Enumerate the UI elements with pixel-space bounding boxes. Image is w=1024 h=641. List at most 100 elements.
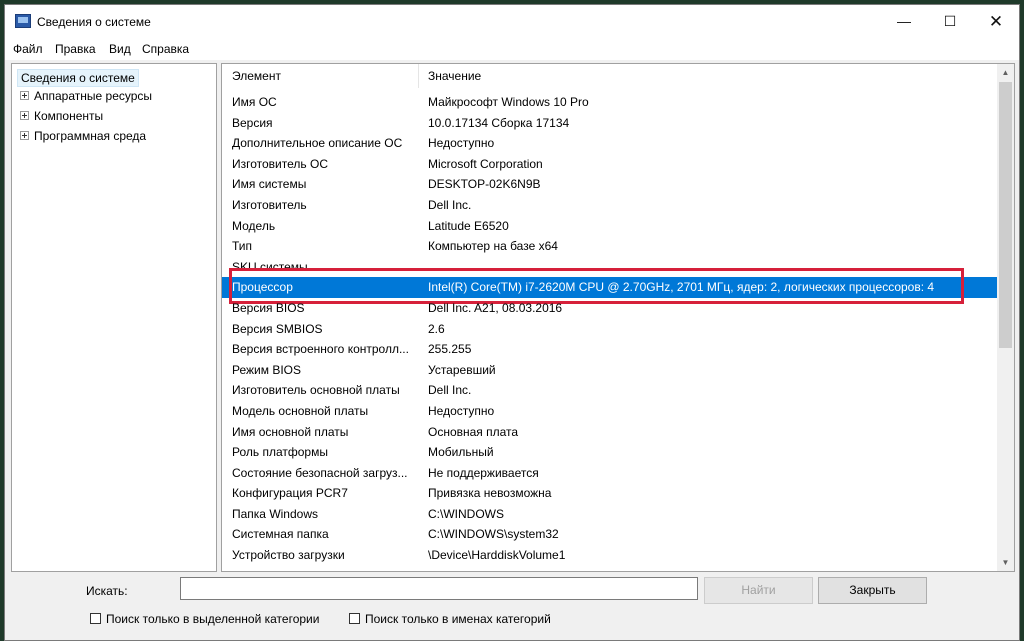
table-row[interactable]: Состояние безопасной загруз... Не поддерж… [222, 463, 998, 484]
table-row[interactable]: Роль платформы Мобильный [222, 442, 998, 463]
close-button[interactable]: Закрыть [818, 577, 927, 604]
row-value-cell: DESKTOP-02K6N9B [428, 177, 541, 192]
tree-item-software-environment[interactable]: Программная среда [20, 127, 146, 145]
row-element-cell: Версия BIOS [232, 300, 305, 315]
tree-root-system-summary[interactable]: Сведения о системе [17, 69, 139, 87]
row-element-cell: Версия SMBIOS [232, 321, 323, 336]
column-header-element[interactable]: Элемент [232, 69, 281, 83]
table-row[interactable]: Устройство загрузки \Device\HarddiskVolum… [222, 545, 998, 566]
table-row[interactable]: Имя основной платы Основная плата [222, 422, 998, 443]
row-value-cell: Не поддерживается [428, 465, 539, 480]
menu-help[interactable]: Справка [142, 42, 189, 56]
search-selected-category-option[interactable]: Поиск только в выделенной категории [90, 611, 319, 627]
table-row[interactable]: Имя ОС Майкрософт Windows 10 Pro [222, 92, 998, 113]
table-row[interactable]: Изготовитель ОС Microsoft Corporation [222, 154, 998, 175]
row-value-cell: \Device\HarddiskVolume1 [428, 548, 566, 563]
row-element-cell: Дополнительное описание ОС [232, 136, 403, 151]
row-element-cell: Роль платформы [232, 445, 328, 460]
table-row[interactable]: Изготовитель основной платы Dell Inc. [222, 380, 998, 401]
tree-item-label: Программная среда [34, 129, 147, 143]
table-row[interactable]: SKU системы [222, 257, 998, 278]
column-divider[interactable] [418, 64, 419, 88]
tree-item-components[interactable]: Компоненты [20, 107, 103, 125]
table-row[interactable]: Тип Компьютер на базе x64 [222, 236, 998, 257]
tree-item-label: Компоненты [34, 109, 104, 123]
table-row[interactable]: Системная папка C:\WINDOWS\system32 [222, 524, 998, 545]
row-value-cell: Устаревший [428, 362, 496, 377]
system-info-window: Сведения о системе — ☐ ✕ Файл Правка Вид… [4, 4, 1020, 641]
table-row[interactable]: Конфигурация PCR7 Привязка невозможна [222, 483, 998, 504]
find-button[interactable]: Найти [704, 577, 813, 604]
checkbox[interactable] [90, 613, 101, 625]
row-element-cell: Процессор [232, 280, 293, 295]
row-element-cell: Состояние безопасной загруз... [232, 465, 408, 480]
row-element-cell: Папка Windows [232, 506, 318, 521]
row-value-cell: Майкрософт Windows 10 Pro [428, 95, 589, 109]
row-value-cell: C:\WINDOWS\system32 [428, 527, 559, 542]
row-value-cell: Недоступно [428, 136, 495, 151]
row-element-cell: Системная папка [232, 527, 329, 542]
row-element-cell: Изготовитель [232, 197, 307, 212]
row-element-cell: Язык системы [232, 566, 418, 571]
row-element-cell: Режим BIOS [232, 362, 302, 377]
row-element-cell: Изготовитель основной платы [232, 383, 400, 398]
table-row[interactable]: Версия 10.0.17134 Сборка 17134 [222, 113, 998, 134]
table-row[interactable]: Язык системы Россия [222, 566, 998, 571]
row-value-cell: Latitude E6520 [428, 218, 509, 233]
window-title: Сведения о системе [37, 15, 151, 29]
row-element-cell: Имя основной платы [232, 424, 349, 439]
minimize-button[interactable]: — [881, 5, 927, 38]
menu-file[interactable]: Файл [13, 42, 43, 56]
search-category-names-option[interactable]: Поиск только в именах категорий [349, 611, 551, 627]
row-element-cell: Конфигурация PCR7 [232, 486, 348, 501]
search-input[interactable] [180, 577, 698, 600]
row-value-cell: Dell Inc. A21, 08.03.2016 [428, 300, 563, 315]
scroll-thumb[interactable] [999, 82, 1012, 348]
row-value-cell: Привязка невозможна [428, 486, 552, 501]
list-rows: Имя ОС Майкрософт Windows 10 Pro Версия 10.… [222, 92, 998, 571]
row-value-cell: 255.255 [428, 342, 472, 357]
table-row[interactable]: Модель основной платы Недоступно [222, 401, 998, 422]
row-value-cell: C:\WINDOWS [428, 506, 504, 521]
row-value-cell: 10.0.17134 Сборка 17134 [428, 115, 570, 130]
table-row[interactable]: Папка Windows C:\WINDOWS [222, 504, 998, 525]
menu-view[interactable]: Вид [109, 42, 131, 56]
column-header-value[interactable]: Значение [428, 69, 481, 83]
row-element-cell: Модель [232, 218, 276, 233]
table-row-selected[interactable]: Процессор Intel(R) Core(TM) i7-2620M CPU … [222, 268, 998, 305]
expand-plus-icon[interactable] [20, 111, 29, 121]
table-row[interactable]: Режим BIOS Устаревший [222, 360, 998, 381]
expand-plus-icon[interactable] [20, 91, 29, 101]
table-row[interactable]: Модель Latitude E6520 [222, 216, 998, 237]
checkbox[interactable] [349, 613, 360, 625]
title-bar[interactable]: Сведения о системе — ☐ ✕ [5, 5, 1019, 38]
system-info-app-icon [15, 14, 31, 28]
row-value-cell: Россия [428, 566, 467, 571]
row-element-cell: Версия встроенного контролл... [232, 342, 409, 357]
scroll-down-arrow-icon[interactable]: ▼ [997, 554, 1014, 571]
table-row[interactable]: Дополнительное описание ОС Недоступно [222, 133, 998, 154]
row-value-cell: Мобильный [428, 445, 494, 460]
close-window-button[interactable]: ✕ [973, 5, 1019, 38]
table-row[interactable]: Изготовитель Dell Inc. [222, 195, 998, 216]
row-element-cell: Тип [232, 239, 253, 254]
row-element-cell: Изготовитель ОС [232, 156, 328, 171]
details-list: Элемент Значение Имя ОС Майкрософт Window… [221, 63, 1015, 572]
row-value-cell: Microsoft Corporation [428, 156, 543, 171]
expand-plus-icon[interactable] [20, 131, 29, 141]
vertical-scrollbar[interactable]: ▲ ▼ [997, 64, 1014, 571]
row-value-cell: 2.6 [428, 321, 445, 336]
search-label: Искать: [86, 584, 128, 598]
tree-item-hardware-resources[interactable]: Аппаратные ресурсы [20, 87, 152, 105]
table-row[interactable]: Версия SMBIOS 2.6 [222, 319, 998, 340]
checkbox-label: Поиск только в именах категорий [365, 612, 551, 626]
table-row[interactable]: Версия BIOS Dell Inc. A21, 08.03.2016 [222, 298, 998, 319]
scroll-up-arrow-icon[interactable]: ▲ [997, 64, 1014, 81]
row-element-cell: Устройство загрузки [232, 548, 345, 563]
menu-bar: Файл Правка Вид Справка [5, 38, 1019, 60]
row-value-cell: Dell Inc. [428, 197, 472, 212]
maximize-button[interactable]: ☐ [927, 5, 973, 38]
table-row[interactable]: Версия встроенного контролл... 255.255 [222, 339, 998, 360]
menu-edit[interactable]: Правка [55, 42, 96, 56]
table-row[interactable]: Имя системы DESKTOP-02K6N9B [222, 174, 998, 195]
